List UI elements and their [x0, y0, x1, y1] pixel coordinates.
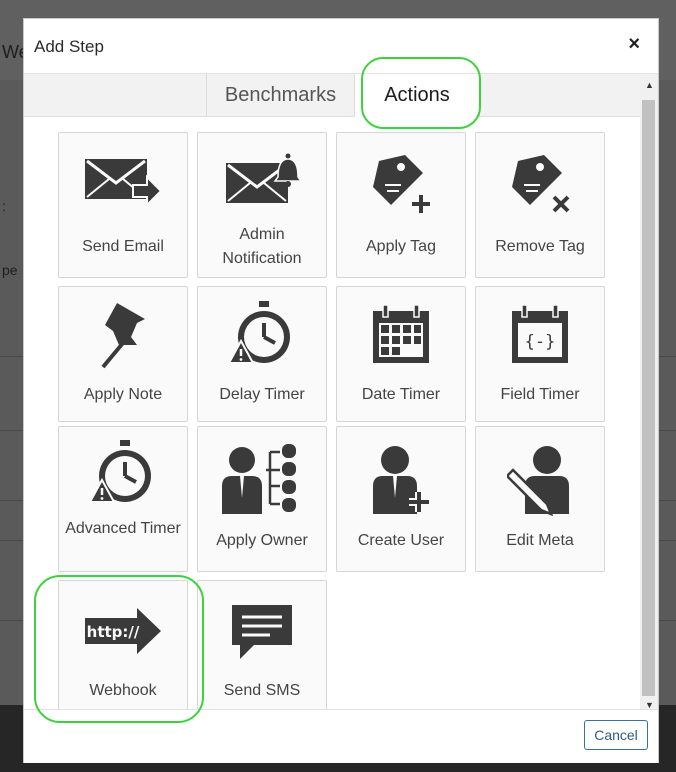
- close-button[interactable]: ×: [628, 33, 640, 56]
- tile-label: Webhook: [89, 682, 157, 699]
- tile-label: Delay Timer: [219, 386, 305, 403]
- person-pencil-icon: [476, 427, 604, 529]
- background-text: :: [2, 198, 6, 214]
- tile-label: Apply Tag: [366, 238, 436, 255]
- scrollbar[interactable]: ▲ ▼: [640, 74, 658, 710]
- action-apply-tag[interactable]: Apply Tag: [336, 132, 466, 278]
- scrollbar-thumb[interactable]: [642, 100, 655, 696]
- tile-label: Remove Tag: [495, 238, 585, 255]
- action-remove-tag[interactable]: Remove Tag: [475, 132, 605, 278]
- stopwatch-warning-icon: [59, 427, 187, 519]
- action-apply-note[interactable]: Apply Note: [58, 286, 188, 422]
- action-apply-owner[interactable]: Apply Owner: [197, 426, 327, 572]
- action-send-sms[interactable]: Send SMS: [197, 580, 327, 714]
- background-text: pe: [2, 262, 18, 278]
- action-advanced-timer[interactable]: Advanced Timer: [58, 426, 188, 572]
- cancel-button[interactable]: Cancel: [584, 720, 648, 750]
- http-text: http://: [87, 623, 140, 641]
- dialog-header: Add Step ×: [24, 19, 658, 74]
- action-create-user[interactable]: Create User: [336, 426, 466, 572]
- dialog-footer: Cancel: [24, 709, 658, 763]
- tile-label: Advanced Timer: [65, 520, 181, 537]
- tag-x-icon: [476, 133, 604, 233]
- scroll-up-arrow-icon[interactable]: ▲: [645, 80, 654, 90]
- stopwatch-warning-icon: [198, 287, 326, 381]
- tile-label: Apply Owner: [216, 532, 308, 549]
- person-plus-icon: [337, 427, 465, 529]
- action-admin-notification[interactable]: Admin Notification: [197, 132, 327, 278]
- tile-label: Admin Notification: [222, 226, 302, 267]
- chat-bubble-icon: [198, 581, 326, 681]
- envelope-bell-icon: [198, 133, 326, 233]
- tile-label: Create User: [357, 532, 445, 549]
- action-edit-meta[interactable]: Edit Meta: [475, 426, 605, 572]
- tab-benchmarks[interactable]: Benchmarks: [206, 74, 355, 116]
- tab-bar: Benchmarks Actions: [24, 74, 640, 117]
- calendar-braces-icon: {-}: [476, 287, 604, 381]
- tile-label: Field Timer: [500, 386, 580, 403]
- envelope-arrow-icon: [59, 133, 187, 233]
- tag-plus-icon: [337, 133, 465, 233]
- action-grid: Send Email Admin Notification Apply Tag …: [58, 132, 618, 714]
- http-arrow-icon: http://: [59, 581, 187, 681]
- action-send-email[interactable]: Send Email: [58, 132, 188, 278]
- tile-label: Date Timer: [361, 386, 441, 403]
- dialog-title: Add Step: [34, 37, 104, 56]
- action-webhook[interactable]: http:// Webhook: [58, 580, 188, 714]
- action-delay-timer[interactable]: Delay Timer: [197, 286, 327, 422]
- action-field-timer[interactable]: {-} Field Timer: [475, 286, 605, 422]
- tile-label: Send Email: [82, 238, 164, 255]
- tile-label: Edit Meta: [506, 532, 574, 549]
- tab-actions[interactable]: Actions: [355, 74, 480, 117]
- add-step-dialog: Add Step × Benchmarks Actions ▲ ▼ Send E…: [23, 18, 659, 763]
- tile-label: Apply Note: [83, 386, 163, 403]
- pushpin-icon: [59, 287, 187, 381]
- action-date-timer[interactable]: Date Timer: [336, 286, 466, 422]
- person-hierarchy-icon: [198, 427, 326, 529]
- tile-label: Send SMS: [223, 682, 301, 699]
- calendar-icon: [337, 287, 465, 381]
- svg-text:{-}: {-}: [525, 332, 556, 352]
